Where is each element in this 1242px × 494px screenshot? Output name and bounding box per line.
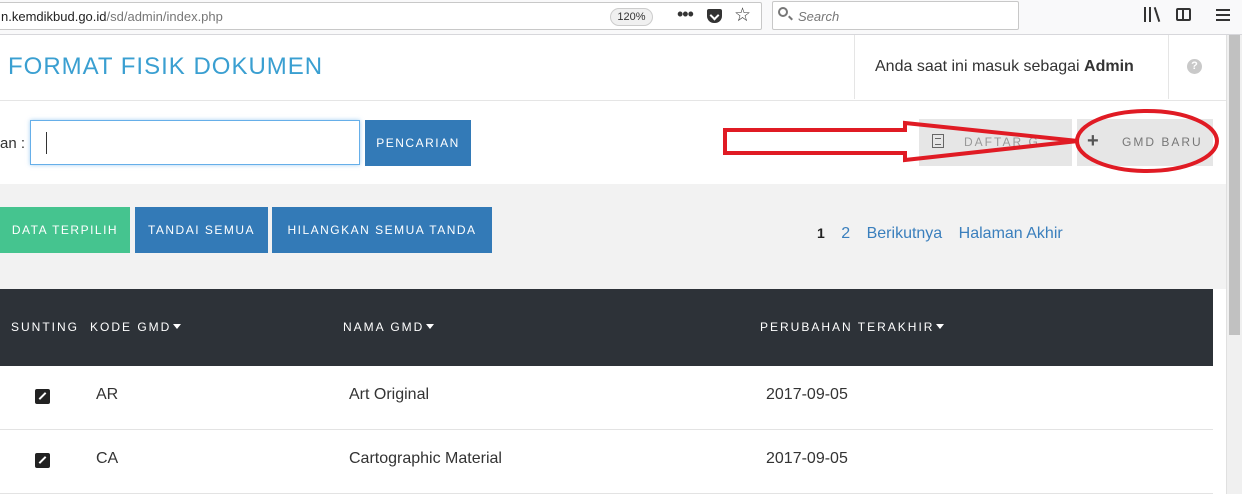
annotation-arrow-shape <box>723 120 1079 163</box>
annotation-overlay <box>723 109 1219 173</box>
annotation-ellipse <box>1075 109 1219 173</box>
